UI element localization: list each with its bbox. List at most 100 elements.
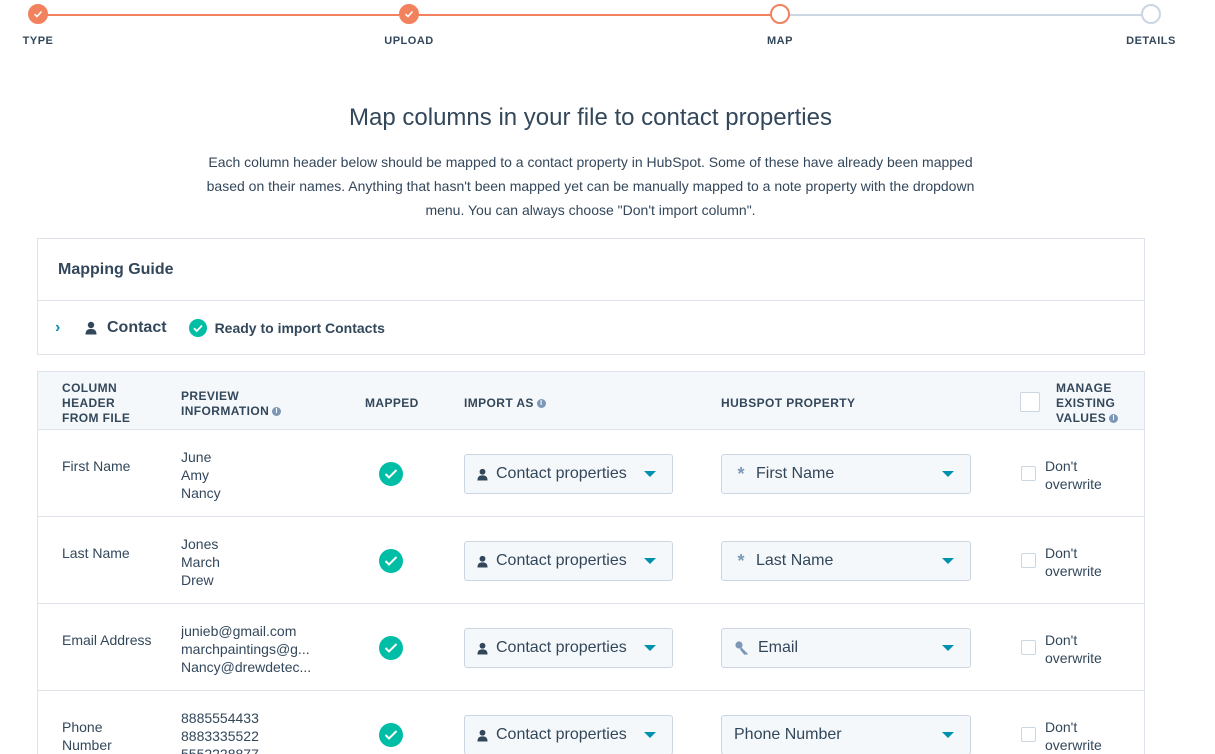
table-row: First Name June Amy Nancy Contact proper… [38, 430, 1144, 517]
import-as-dropdown[interactable]: Contact properties [464, 715, 673, 754]
caret-down-icon [644, 471, 656, 477]
stepper-line-pending [780, 14, 1151, 16]
hubspot-property-dropdown[interactable]: * Last Name [721, 541, 971, 581]
preview-value: marchpaintings@g... [181, 641, 310, 657]
preview-value: junieb@gmail.com [181, 623, 297, 639]
preview-value: Jones [181, 536, 219, 552]
preview-value: Nancy [181, 485, 221, 501]
mapped-check-icon [379, 636, 403, 660]
dont-overwrite-checkbox[interactable] [1021, 553, 1036, 568]
person-icon [477, 468, 488, 480]
table-row: Last Name Jones March Drew Contact prope… [38, 517, 1144, 604]
th-manage-label: MANAGE EXISTING VALUES [1056, 381, 1116, 425]
contact-person-icon [85, 321, 97, 335]
mapping-guide-object-label: Contact [107, 319, 167, 336]
table-header: COLUMN HEADER FROM FILE PREVIEW INFORMAT… [38, 371, 1144, 430]
asterisk-icon: * [737, 463, 745, 484]
preview-value: 8883335522 [181, 728, 259, 744]
th-preview-label: PREVIEW INFORMATION [181, 389, 270, 418]
page-description: Each column header below should be mappe… [206, 154, 975, 218]
caret-down-icon [942, 732, 954, 738]
column-header-cell: Phone Number [62, 719, 112, 753]
step-type-check-icon [28, 4, 48, 24]
import-as-dropdown[interactable]: Contact properties [464, 628, 673, 668]
page-title: Map columns in your file to contact prop… [349, 104, 832, 131]
preview-cell: Jones March Drew [181, 535, 321, 589]
preview-value: 8885554433 [181, 710, 259, 726]
hubspot-property-value: Phone Number [734, 726, 842, 743]
preview-value: June [181, 449, 212, 465]
mapping-guide-contact-row[interactable]: › Contact Ready to import Contacts [38, 301, 1144, 355]
manage-all-checkbox[interactable] [1020, 392, 1040, 412]
dont-overwrite-label: Don't overwrite [1045, 632, 1102, 666]
th-mapped: MAPPED [365, 396, 419, 410]
import-as-dropdown[interactable]: Contact properties [464, 454, 673, 494]
person-icon [477, 729, 488, 741]
check-circle-icon [188, 319, 207, 337]
import-as-value: Contact properties [496, 726, 627, 743]
caret-down-icon [644, 732, 656, 738]
step-label-upload: UPLOAD [384, 35, 434, 47]
import-as-value: Contact properties [496, 465, 627, 482]
person-icon [477, 642, 488, 654]
import-as-value: Contact properties [496, 639, 627, 656]
th-manage-existing: MANAGE EXISTING VALUES i [1056, 381, 1136, 426]
step-upload-check-icon [399, 4, 419, 24]
info-icon[interactable]: i [536, 399, 546, 409]
preview-value: 5552228877 [181, 746, 259, 754]
th-column-header: COLUMN HEADER FROM FILE [62, 381, 131, 425]
caret-down-icon [644, 558, 656, 564]
step-label-type: TYPE [22, 35, 54, 47]
column-header-cell: Email Address [62, 632, 152, 648]
caret-down-icon [942, 471, 954, 477]
hubspot-property-dropdown[interactable]: Email [721, 628, 971, 668]
column-header-cell: Last Name [62, 545, 130, 561]
mapping-guide-status: Ready to import Contacts [214, 320, 385, 336]
preview-value: Amy [181, 467, 209, 483]
column-header-cell: First Name [62, 458, 131, 474]
progress-stepper: TYPE UPLOAD MAP DETAILS [0, 0, 1215, 60]
info-icon[interactable]: i [272, 407, 282, 417]
table-row: Phone Number 8885554433 8883335522 55522… [38, 691, 1144, 754]
dont-overwrite-label: Don't overwrite [1045, 545, 1102, 579]
caret-down-icon [644, 645, 656, 651]
hubspot-property-dropdown[interactable]: * First Name [721, 454, 971, 494]
mapping-guide-title: Mapping Guide [38, 239, 1144, 301]
mapped-check-icon [379, 462, 403, 486]
hubspot-property-value: Last Name [756, 552, 834, 569]
preview-cell: 8885554433 8883335522 5552228877 [181, 709, 321, 754]
info-icon[interactable]: i [1109, 414, 1119, 424]
th-preview: PREVIEW INFORMATION i [181, 389, 311, 419]
preview-value: Drew [181, 572, 214, 588]
th-import-as-label: IMPORT AS [464, 396, 534, 410]
dont-overwrite-label: Don't overwrite [1045, 719, 1102, 753]
import-as-dropdown[interactable]: Contact properties [464, 541, 673, 581]
step-map-dot [770, 4, 790, 24]
mapped-check-icon [379, 723, 403, 747]
dont-overwrite-label: Don't overwrite [1045, 458, 1102, 492]
key-icon [735, 641, 748, 655]
step-label-details: DETAILS [1126, 35, 1176, 47]
asterisk-icon: * [737, 550, 745, 571]
dont-overwrite-checkbox[interactable] [1021, 466, 1036, 481]
hubspot-property-value: First Name [756, 465, 835, 482]
person-icon [477, 555, 488, 567]
step-details-dot [1141, 4, 1161, 24]
preview-cell: June Amy Nancy [181, 448, 321, 502]
hubspot-property-dropdown[interactable]: Phone Number [721, 715, 971, 754]
mapping-guide-card: Mapping Guide › Contact Ready to import … [37, 238, 1145, 355]
import-as-value: Contact properties [496, 552, 627, 569]
dont-overwrite-checkbox[interactable] [1021, 640, 1036, 655]
chevron-right-icon[interactable]: › [55, 319, 85, 337]
mapping-table: COLUMN HEADER FROM FILE PREVIEW INFORMAT… [37, 371, 1145, 754]
caret-down-icon [942, 558, 954, 564]
th-hubspot-property: HUBSPOT PROPERTY [721, 396, 856, 410]
dont-overwrite-checkbox[interactable] [1021, 727, 1036, 742]
hubspot-property-value: Email [758, 639, 799, 656]
th-import-as: IMPORT AS i [464, 396, 546, 411]
preview-value: March [181, 554, 220, 570]
mapped-check-icon [379, 549, 403, 573]
preview-value: Nancy@drewdetec... [181, 659, 312, 675]
step-label-map: MAP [767, 35, 793, 47]
caret-down-icon [942, 645, 954, 651]
